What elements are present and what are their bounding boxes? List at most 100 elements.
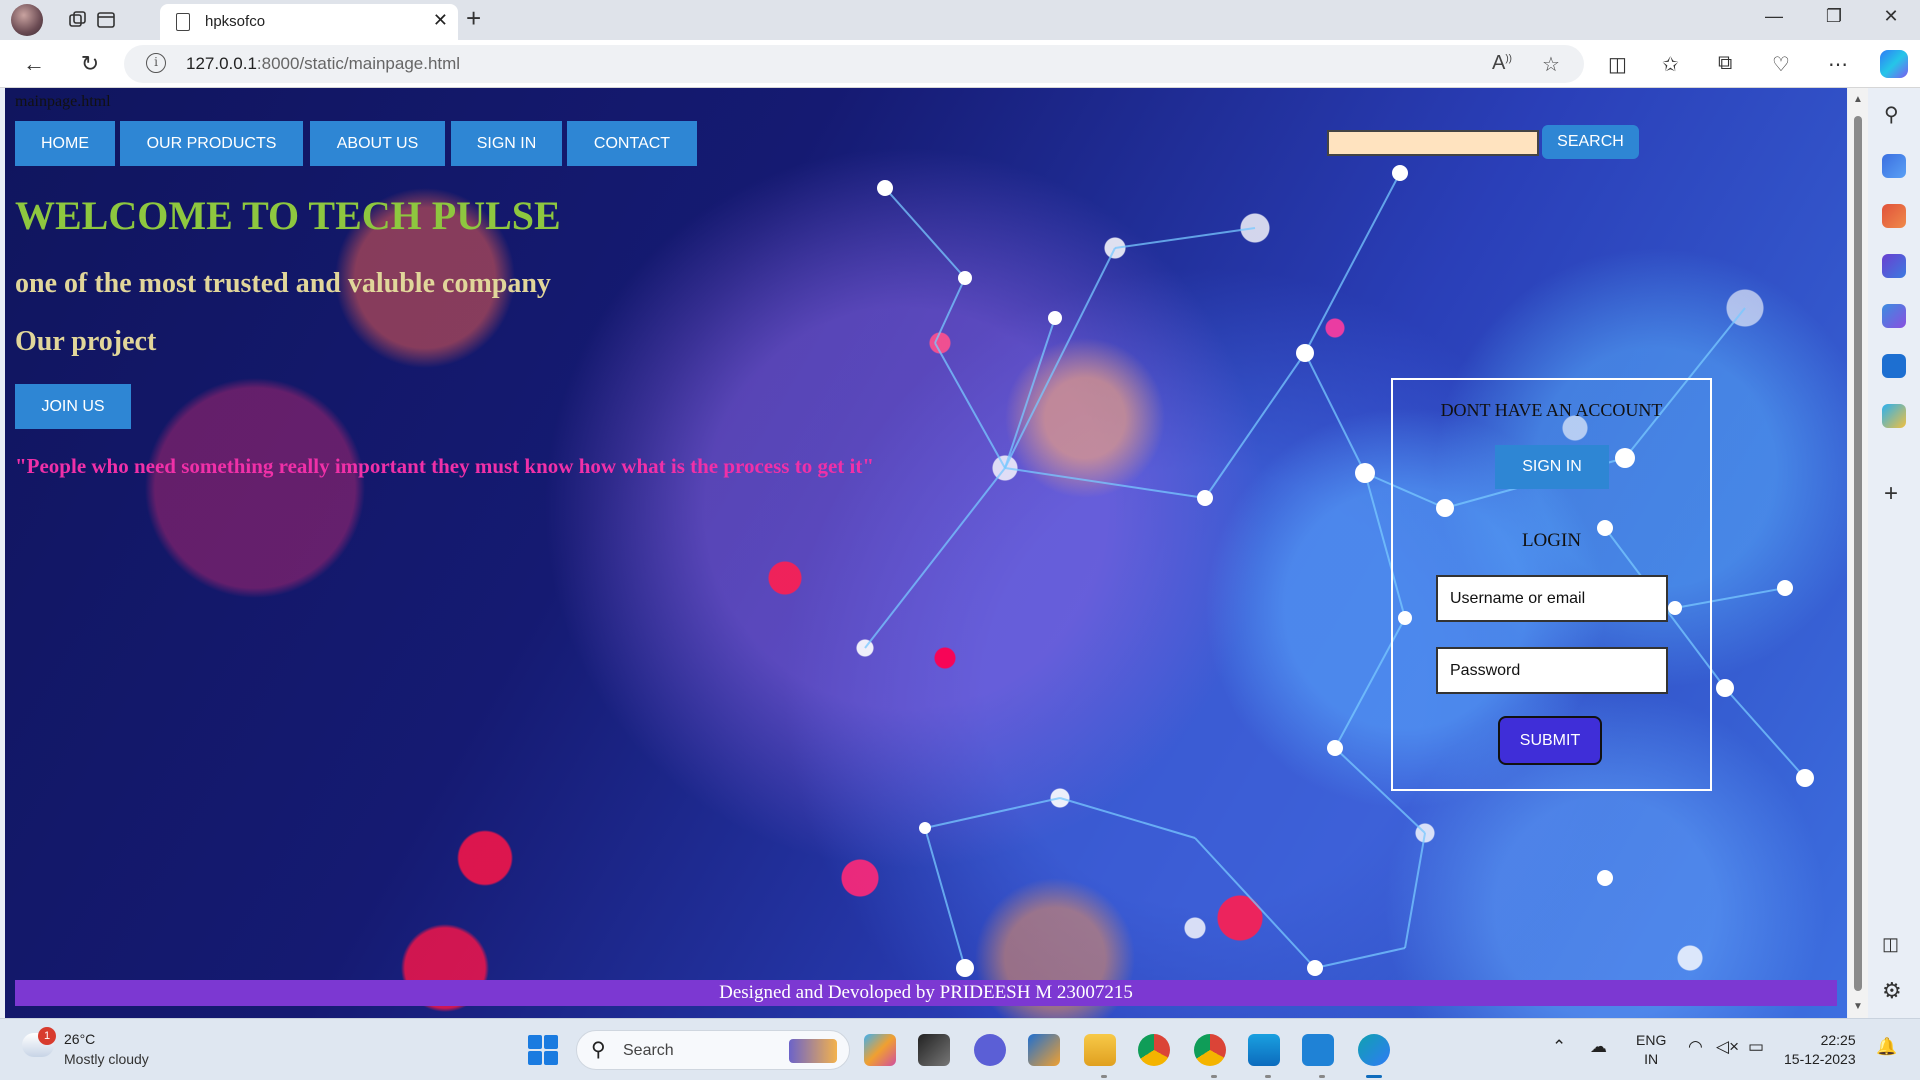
running-indicator	[1319, 1075, 1325, 1078]
nav-contact-button[interactable]: CONTACT	[567, 121, 697, 166]
battery-icon[interactable]: ▭	[1748, 1037, 1764, 1057]
welcome-heading: WELCOME TO TECH PULSE	[15, 193, 561, 238]
language-indicator[interactable]: ENG IN	[1636, 1031, 1666, 1069]
chrome-app-icon[interactable]	[1138, 1034, 1170, 1066]
join-us-button[interactable]: JOIN US	[15, 384, 131, 429]
page-scrollbar[interactable]: ▲ ▼	[1848, 88, 1868, 1018]
scroll-up-icon[interactable]: ▲	[1853, 94, 1863, 105]
page-footer: Designed and Devoloped by PRIDEESH M 230…	[15, 980, 1837, 1006]
no-account-text: DONT HAVE AN ACCOUNT	[1440, 400, 1663, 420]
windows-taskbar: 1 26°C Mostly cloudy ⚲ Search ⌃ ☁ ENG IN…	[0, 1018, 1920, 1080]
url-path: :8000/static/mainpage.html	[256, 54, 461, 73]
tab-actions-icon[interactable]	[90, 4, 122, 36]
profile-avatar[interactable]	[11, 4, 43, 36]
store-app-icon[interactable]	[1028, 1034, 1060, 1066]
running-indicator	[1265, 1075, 1271, 1078]
clock-date: 15-12-2023	[1784, 1051, 1856, 1067]
nav-products-button[interactable]: OUR PRODUCTS	[120, 121, 303, 166]
password-field[interactable]: Password	[1436, 647, 1668, 694]
submit-button[interactable]: SUBMIT	[1498, 716, 1602, 765]
clock[interactable]: 22:25 15-12-2023	[1784, 1031, 1856, 1069]
search-highlight-image	[789, 1039, 837, 1063]
lang-code: ENG	[1636, 1032, 1667, 1048]
weather-condition[interactable]: Mostly cloudy	[64, 1051, 149, 1067]
restore-icon[interactable]: ❐	[1814, 6, 1854, 27]
minimize-icon[interactable]: —	[1754, 6, 1794, 27]
close-icon[interactable]: ✕	[433, 10, 448, 31]
weather-badge: 1	[38, 1027, 56, 1045]
project-heading: Our project	[15, 326, 157, 357]
notification-bell-icon[interactable]: 🔔	[1876, 1037, 1897, 1057]
login-panel: DONT HAVE AN ACCOUNT SIGN IN LOGIN Usern…	[1391, 378, 1712, 791]
address-bar: ← ↻ i 127.0.0.1:8000/static/mainpage.htm…	[0, 40, 1920, 88]
vscode-app-icon[interactable]	[1302, 1034, 1334, 1066]
search-icon: ⚲	[591, 1039, 606, 1061]
copilot-app-icon[interactable]	[864, 1034, 896, 1066]
shopping-icon[interactable]	[1882, 154, 1906, 178]
browser-tab-bar: hpksofco ✕ + — ❐ ✕	[0, 0, 1920, 40]
edge-app-icon[interactable]	[1358, 1034, 1390, 1066]
login-heading: LOGIN	[1521, 530, 1582, 551]
panel-signin-button[interactable]: SIGN IN	[1495, 445, 1609, 489]
nav-home-button[interactable]: HOME	[15, 121, 115, 166]
url-host: 127.0.0.1	[186, 54, 257, 73]
search-button[interactable]: SEARCH	[1542, 125, 1639, 159]
active-app-indicator	[1366, 1075, 1382, 1078]
weather-temperature[interactable]: 26°C	[64, 1031, 95, 1047]
teams-app-icon[interactable]	[974, 1034, 1006, 1066]
info-icon[interactable]: i	[146, 53, 166, 73]
favorite-star-icon[interactable]: ☆	[1542, 52, 1560, 77]
running-indicator	[1211, 1075, 1217, 1078]
window-close-icon[interactable]: ✕	[1871, 6, 1911, 27]
volume-muted-icon[interactable]: ◁×	[1716, 1037, 1739, 1057]
file-explorer-icon[interactable]	[1084, 1034, 1116, 1066]
clock-time: 22:25	[1820, 1032, 1856, 1048]
taskbar-search[interactable]: ⚲ Search	[576, 1030, 850, 1070]
url-text[interactable]: 127.0.0.1:8000/static/mainpage.html	[186, 54, 460, 74]
nav-signin-button[interactable]: SIGN IN	[451, 121, 562, 166]
more-icon[interactable]: ⋯	[1828, 52, 1848, 77]
username-field[interactable]: Username or email	[1436, 575, 1668, 622]
add-icon[interactable]: +	[1884, 480, 1898, 508]
tools-icon[interactable]	[1882, 204, 1906, 228]
start-icon[interactable]	[528, 1035, 558, 1065]
terminal-app-icon[interactable]	[918, 1034, 950, 1066]
wifi-icon[interactable]: ◠	[1688, 1037, 1703, 1057]
active-tab[interactable]: hpksofco ✕	[160, 4, 458, 40]
split-screen-icon[interactable]: ◫	[1608, 52, 1627, 77]
browser-essentials-icon[interactable]: ♡	[1772, 52, 1790, 77]
outlook-icon[interactable]	[1882, 354, 1906, 378]
microsoft365-icon[interactable]	[1882, 304, 1906, 328]
new-tab-icon[interactable]: +	[466, 3, 481, 34]
search-input[interactable]	[1327, 130, 1539, 156]
web-page: mainpage.html HOME OUR PRODUCTS ABOUT US…	[5, 88, 1847, 1018]
games-icon[interactable]	[1882, 254, 1906, 278]
chrome-profile-app-icon[interactable]	[1194, 1034, 1226, 1066]
taskbar-search-label: Search	[623, 1042, 674, 1059]
nav-about-button[interactable]: ABOUT US	[310, 121, 445, 166]
scroll-down-icon[interactable]: ▼	[1853, 1001, 1863, 1012]
drop-icon[interactable]	[1882, 404, 1906, 428]
chevron-up-icon[interactable]: ⌃	[1552, 1037, 1566, 1057]
notepad-app-icon[interactable]	[1248, 1034, 1280, 1066]
url-field[interactable]: i 127.0.0.1:8000/static/mainpage.html A)…	[124, 45, 1584, 83]
collections-icon[interactable]: ⧉	[1718, 52, 1732, 75]
copilot-icon[interactable]	[1880, 50, 1908, 78]
refresh-icon[interactable]: ↻	[74, 48, 106, 80]
favorites-icon[interactable]: ✩	[1662, 52, 1679, 77]
back-icon[interactable]: ←	[18, 48, 50, 80]
lang-region: IN	[1644, 1051, 1659, 1067]
page-icon	[176, 13, 190, 31]
read-aloud-icon[interactable]: A))	[1492, 52, 1512, 75]
file-label: mainpage.html	[15, 93, 111, 110]
running-indicator	[1101, 1075, 1107, 1078]
edge-sidebar: ⚲ + ◫ ⚙	[1868, 88, 1920, 1018]
tagline: one of the most trusted and valuble comp…	[15, 268, 551, 299]
scroll-thumb[interactable]	[1854, 116, 1862, 991]
quote-text: "People who need something really import…	[15, 454, 875, 478]
sidebar-search-icon[interactable]: ⚲	[1884, 102, 1899, 127]
tab-title: hpksofco	[205, 13, 266, 30]
sidebar-toggle-icon[interactable]: ◫	[1882, 934, 1899, 955]
onedrive-icon[interactable]: ☁	[1590, 1037, 1607, 1057]
settings-icon[interactable]: ⚙	[1882, 978, 1902, 1004]
